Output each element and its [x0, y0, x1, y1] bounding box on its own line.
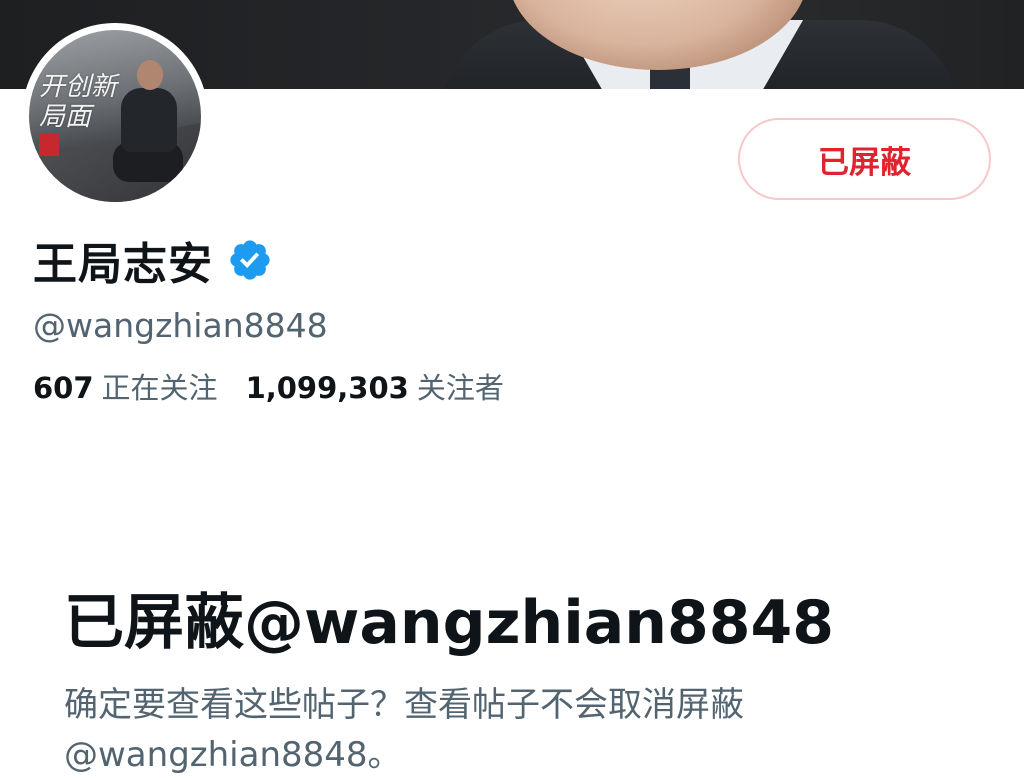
blocked-notice-title: 已屏蔽@wangzhian8848 — [64, 588, 834, 658]
blocked-button-label: 已屏蔽 — [818, 144, 911, 181]
following-label: 正在关注 — [101, 371, 218, 405]
profile-handle: @wangzhian8848 — [33, 306, 328, 345]
followers-label: 关注者 — [416, 371, 504, 405]
profile-name-row: 王局志安 — [33, 230, 273, 290]
verified-badge-icon[interactable] — [227, 237, 273, 283]
display-name: 王局志安 — [33, 239, 213, 290]
avatar-person-head — [137, 60, 163, 90]
blocked-notice-body: 确定要查看这些帖子？查看帖子不会取消屏蔽@wangzhian8848。 — [64, 685, 744, 775]
profile-page: 开创新局面 已屏蔽 王局志安 @wangzhian8848 607 正在关注 1… — [0, 0, 1024, 778]
following-link[interactable]: 607 正在关注 — [33, 365, 218, 407]
followers-link[interactable]: 1,099,303 关注者 — [246, 365, 504, 407]
following-count: 607 — [33, 371, 94, 405]
blocked-button[interactable]: 已屏蔽 — [738, 118, 991, 200]
profile-stats: 607 正在关注 1,099,303 关注者 — [33, 365, 504, 407]
avatar[interactable]: 开创新局面 — [22, 23, 208, 209]
avatar-calligraphy: 开创新局面 — [39, 72, 118, 132]
avatar-person-body — [121, 88, 177, 152]
avatar-photo: 开创新局面 — [29, 30, 201, 202]
avatar-red-tag — [39, 134, 59, 156]
followers-count: 1,099,303 — [245, 371, 409, 405]
